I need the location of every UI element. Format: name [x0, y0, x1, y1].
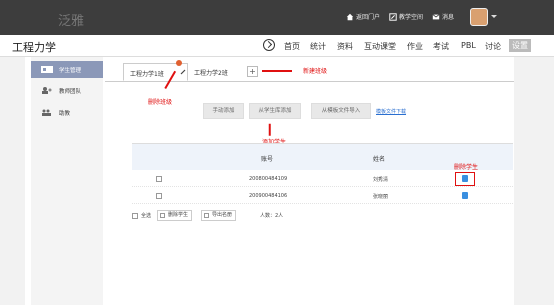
- name-cell: 刘秀清: [373, 177, 389, 183]
- student-card-icon: [41, 66, 53, 73]
- edit-icon: [389, 12, 397, 21]
- nav-pbl[interactable]: PBL: [461, 41, 476, 50]
- portal-link-label: 返回门户: [356, 14, 381, 21]
- nav-home[interactable]: 首页: [284, 41, 300, 52]
- tab-label: 工程力学1班: [130, 71, 164, 78]
- brand-logo[interactable]: 泛雅: [58, 10, 84, 29]
- row-checkbox[interactable]: [156, 193, 162, 199]
- nav-statistics[interactable]: 统计: [310, 41, 326, 52]
- select-all-checkbox[interactable]: [132, 213, 138, 219]
- course-title: 工程力学: [12, 41, 56, 54]
- course-nav-bar: 工程力学 首页 统计 资料 互动课堂 作业 考试 PBL 讨论 设置: [0, 35, 554, 57]
- row-checkbox[interactable]: [156, 176, 162, 182]
- portal-link[interactable]: 返回门户: [346, 12, 380, 21]
- export-label: 导出名册: [212, 212, 233, 218]
- trash-icon[interactable]: [462, 192, 468, 199]
- sidebar-item-label: 学生管理: [59, 68, 82, 74]
- annotation-arrow: [269, 123, 271, 136]
- account-cell: 200900484106: [249, 193, 288, 199]
- avatar[interactable]: [470, 8, 488, 26]
- nav-materials[interactable]: 资料: [337, 41, 353, 52]
- import-from-template-button[interactable]: 从模板文件导入: [311, 103, 371, 119]
- export-icon: [204, 213, 209, 218]
- teacher-team-icon: [42, 87, 52, 94]
- nav-exam[interactable]: 考试: [433, 41, 449, 52]
- annotation-delete-student: 删除学生: [454, 164, 479, 171]
- manual-add-button[interactable]: 手动添加: [203, 103, 244, 119]
- annotation-delete-class: 删除班级: [148, 99, 173, 106]
- nav-discussion[interactable]: 讨论: [485, 41, 501, 52]
- annotation-arrow: [262, 70, 292, 72]
- nav-settings[interactable]: 设置: [509, 39, 531, 52]
- account-cell: 200800484109: [249, 176, 288, 182]
- template-download-link[interactable]: 模板文件下载: [376, 108, 406, 115]
- name-cell: 张晓丽: [373, 194, 389, 200]
- sidebar-item-teacher-team[interactable]: 教师团队: [31, 82, 103, 99]
- tab-class-2[interactable]: 工程力学2班: [188, 63, 242, 81]
- pencil-icon[interactable]: [180, 69, 186, 75]
- teaching-space-link[interactable]: 教学空间: [389, 12, 423, 21]
- mail-icon: [432, 13, 440, 19]
- delete-class-icon[interactable]: [176, 60, 182, 66]
- tab-label: 工程力学2班: [194, 70, 228, 77]
- header-name: 姓名: [373, 156, 386, 163]
- sidebar-item-label: 教师团队: [59, 89, 82, 95]
- sidebar: 学生管理 教师团队 助教: [31, 57, 103, 305]
- nav-interactive-class[interactable]: 互动课堂: [364, 41, 396, 52]
- nav-homework[interactable]: 作业: [407, 41, 423, 52]
- sidebar-item-label: 助教: [59, 111, 71, 117]
- top-bar: 泛雅 返回门户 教学空间 消息: [0, 0, 554, 35]
- teaching-space-label: 教学空间: [399, 14, 424, 21]
- sidebar-item-student-management[interactable]: 学生管理: [31, 61, 103, 78]
- add-from-library-button[interactable]: 从学生库添加: [249, 103, 301, 119]
- delete-student-label: 删除学生: [168, 212, 189, 218]
- assistant-icon: [42, 109, 51, 116]
- arrow-right-circle-icon[interactable]: [263, 39, 275, 51]
- add-class-button[interactable]: +: [247, 66, 258, 77]
- annotation-highlight-box: [455, 172, 475, 186]
- header-account: 账号: [261, 156, 274, 163]
- messages-label: 消息: [442, 14, 455, 21]
- delete-student-button[interactable]: 删除学生: [157, 210, 193, 221]
- table-row: 200900484106 张晓丽: [132, 188, 513, 204]
- home-icon: [346, 13, 354, 20]
- tab-divider: [105, 81, 514, 82]
- delete-icon: [160, 213, 165, 218]
- export-button[interactable]: 导出名册: [201, 210, 237, 221]
- messages-link[interactable]: 消息: [432, 12, 454, 21]
- annotation-new-class: 新建班级: [303, 68, 328, 75]
- student-count: 人数：2人: [260, 213, 284, 219]
- select-all-label: 全选: [141, 213, 152, 219]
- chevron-down-icon[interactable]: [491, 15, 497, 18]
- sidebar-item-assistant[interactable]: 助教: [31, 104, 103, 121]
